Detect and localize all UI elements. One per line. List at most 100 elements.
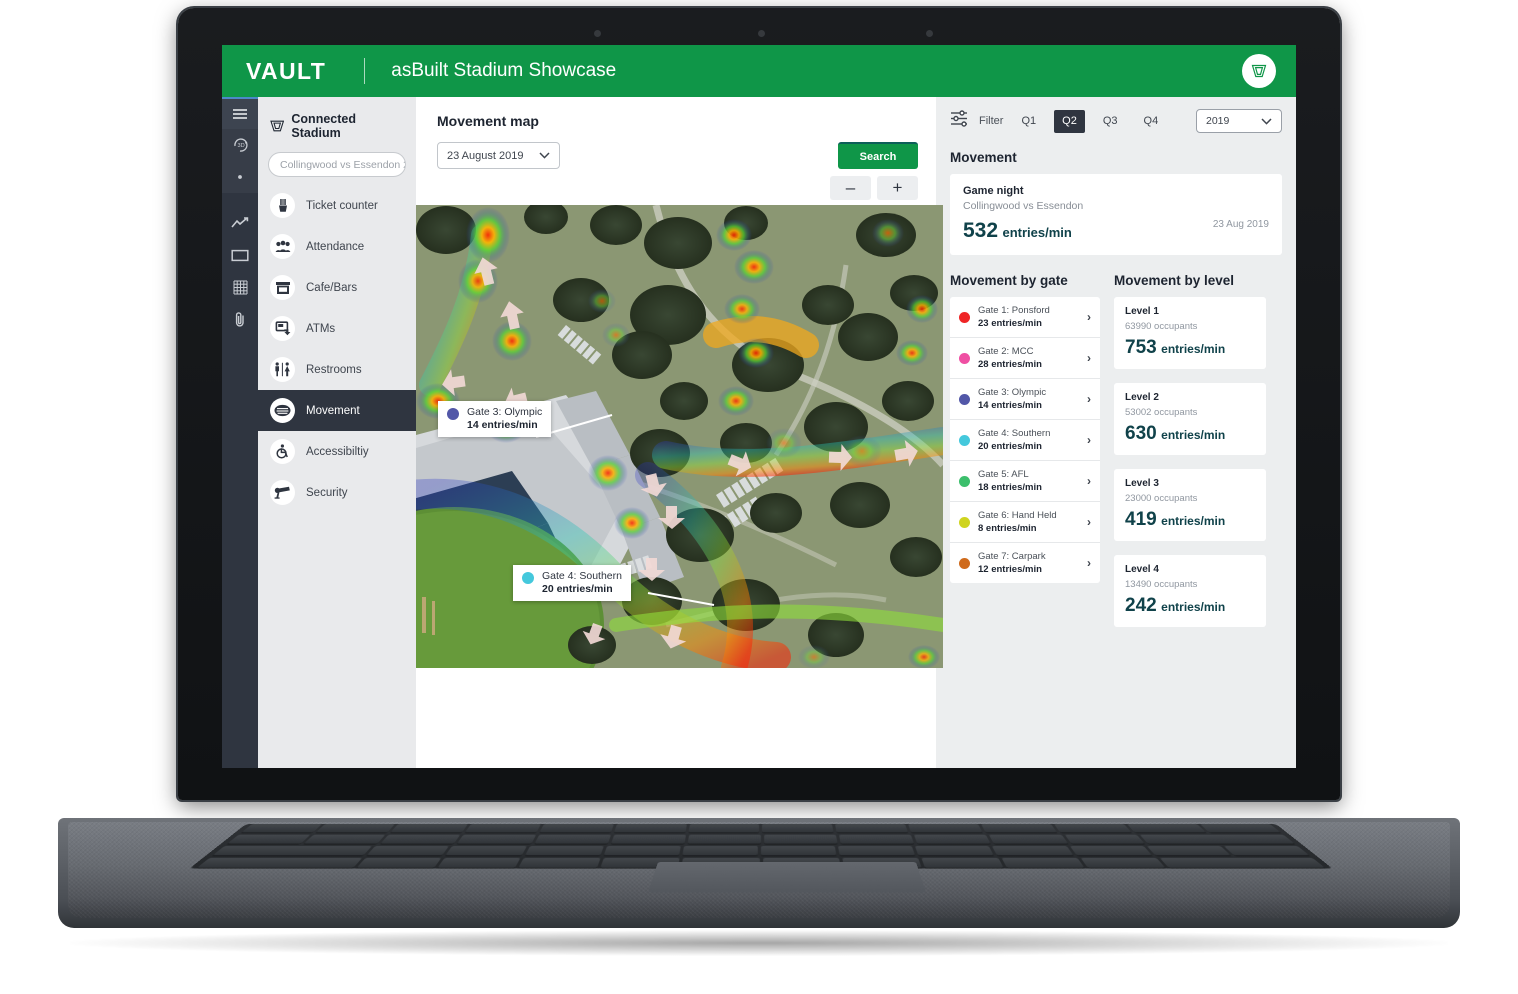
zoom-out-button[interactable]: – <box>830 176 871 200</box>
chevron-right-icon[interactable]: › <box>1087 310 1091 324</box>
gate-list-item[interactable]: Gate 6: Hand Held 8 entries/min › <box>950 502 1100 543</box>
tooltip-gate-value: 14 entries/min <box>467 419 538 431</box>
desk-shadow <box>70 930 1448 956</box>
level-card[interactable]: Level 1 63990 occupants 753 entries/min <box>1114 297 1266 369</box>
gate-value: 12 entries/min <box>978 564 1042 575</box>
dot-icon[interactable] <box>222 161 258 193</box>
gate-color-dot <box>959 557 970 569</box>
screen: VAULT asBuilt Stadium Showcase 3D Connec… <box>222 45 1296 768</box>
keyboard-row <box>232 824 1289 835</box>
sidebar: Connected Stadium Collingwood vs Essendo… <box>258 97 416 768</box>
chevron-right-icon[interactable]: › <box>1087 515 1091 529</box>
vault-logo: VAULT <box>246 57 327 84</box>
camera-dot <box>926 30 933 37</box>
search-button[interactable]: Search <box>838 142 918 169</box>
summary-event-subtitle: Collingwood vs Essendon <box>963 200 1084 212</box>
line-chart-icon[interactable] <box>222 207 258 239</box>
level-unit: entries/min <box>1161 514 1226 528</box>
level-metric: 630 entries/min <box>1125 423 1255 445</box>
filter-icon[interactable] <box>950 110 969 132</box>
chevron-right-icon[interactable]: › <box>1087 556 1091 570</box>
hamburger-menu-icon[interactable] <box>222 97 258 129</box>
movement-icon <box>270 398 295 423</box>
map-tooltip-gate-3[interactable]: Gate 3: Olympic 14 entries/min <box>438 401 552 437</box>
map-tooltip-gate-4[interactable]: Gate 4: Southern 20 entries/min <box>513 565 631 601</box>
sidebar-item-accessibility[interactable]: Accessibiltiy <box>258 431 416 472</box>
level-card[interactable]: Level 2 53002 occupants 630 entries/min <box>1114 383 1266 455</box>
grid-icon[interactable] <box>222 271 258 303</box>
gate-text: Gate 3: Olympic 14 entries/min <box>978 387 1087 411</box>
gate-text: Gate 7: Carpark 12 entries/min <box>978 551 1087 575</box>
level-name: Level 4 <box>1125 564 1159 575</box>
sidebar-item-atms[interactable]: ATMs <box>258 308 416 349</box>
level-unit: entries/min <box>1161 428 1226 442</box>
sidebar-item-ticket-counter[interactable]: Ticket counter <box>258 185 416 226</box>
gate-list-item[interactable]: Gate 5: AFL 18 entries/min › <box>950 461 1100 502</box>
date-select[interactable]: 23 August 2019 <box>437 142 561 169</box>
vault-badge-icon[interactable] <box>1242 54 1276 88</box>
level-unit: entries/min <box>1161 600 1226 614</box>
year-select[interactable]: 2019 <box>1196 109 1282 133</box>
camera-dot <box>594 30 601 37</box>
rectangle-icon[interactable] <box>222 239 258 271</box>
sidebar-item-attendance[interactable]: Attendance <box>258 226 416 267</box>
filter-row: Filter Q1 Q2 Q3 Q4 2019 <box>950 109 1282 133</box>
gate-name: Gate 2: MCC <box>978 346 1034 357</box>
filter-label: Filter <box>979 115 1004 127</box>
level-name: Level 2 <box>1125 392 1159 403</box>
level-occupants: 23000 occupants <box>1125 493 1198 504</box>
heatmap-aerial-map[interactable]: Gate 3: Olympic 14 entries/min Gate 4: S… <box>416 205 943 668</box>
quarter-tab-q1[interactable]: Q1 <box>1013 110 1044 133</box>
quarter-tab-q2[interactable]: Q2 <box>1054 109 1085 133</box>
gate-name: Gate 4: Southern <box>978 428 1051 439</box>
chevron-right-icon[interactable]: › <box>1087 351 1091 365</box>
zoom-in-button[interactable]: + <box>877 176 918 200</box>
quarter-tab-q4[interactable]: Q4 <box>1136 110 1167 133</box>
level-unit: entries/min <box>1161 342 1226 356</box>
gate-value: 23 entries/min <box>978 318 1042 329</box>
sidebar-heading-label: Connected Stadium <box>291 112 356 140</box>
gate-list-item[interactable]: Gate 4: Southern 20 entries/min › <box>950 420 1100 461</box>
level-name: Level 3 <box>1125 478 1159 489</box>
level-name: Level 1 <box>1125 306 1159 317</box>
sidebar-item-movement[interactable]: Movement <box>258 390 416 431</box>
sidebar-item-security[interactable]: Security <box>258 472 416 513</box>
paperclip-icon[interactable] <box>222 303 258 335</box>
gate-color-dot <box>959 475 970 487</box>
laptop-mockup: VAULT asBuilt Stadium Showcase 3D Connec… <box>0 0 1518 994</box>
page-title: Movement map <box>437 113 539 129</box>
sidebar-item-label: Security <box>306 486 348 499</box>
level-value: 630 <box>1125 423 1157 444</box>
gate-list-item[interactable]: Gate 7: Carpark 12 entries/min › <box>950 543 1100 583</box>
trackpad <box>647 862 927 893</box>
breakdown-columns: Movement by gate Gate 1: Ponsford 23 ent… <box>950 273 1282 641</box>
map-action-controls: Search – + <box>830 142 918 200</box>
movement-summary-card[interactable]: Game night Collingwood vs Essendon 23 Au… <box>950 174 1282 255</box>
level-metric: 419 entries/min <box>1125 509 1255 531</box>
chevron-right-icon[interactable]: › <box>1087 474 1091 488</box>
zoom-controls: – + <box>830 176 918 200</box>
sidebar-search-input[interactable]: Collingwood vs Essendon 23 A <box>268 152 406 177</box>
3d-rotate-icon[interactable]: 3D <box>222 129 258 161</box>
gate-column: Movement by gate Gate 1: Ponsford 23 ent… <box>950 273 1100 641</box>
gate-text: Gate 5: AFL 18 entries/min <box>978 469 1087 493</box>
ticket-counter-icon <box>270 193 295 218</box>
sidebar-item-label: Accessibiltiy <box>306 445 369 458</box>
gate-color-dot <box>959 352 970 364</box>
level-card[interactable]: Level 4 13490 occupants 242 entries/min <box>1114 555 1266 627</box>
gate-value: 14 entries/min <box>978 400 1042 411</box>
gate-list-item[interactable]: Gate 2: MCC 28 entries/min › <box>950 338 1100 379</box>
level-occupants: 53002 occupants <box>1125 407 1198 418</box>
quarter-tab-q3[interactable]: Q3 <box>1095 110 1126 133</box>
attendance-icon <box>270 234 295 259</box>
gate-list-item[interactable]: Gate 1: Ponsford 23 entries/min › <box>950 297 1100 338</box>
sidebar-item-cafe-bars[interactable]: Cafe/Bars <box>258 267 416 308</box>
chevron-right-icon[interactable]: › <box>1087 433 1091 447</box>
sidebar-item-label: Attendance <box>306 240 365 253</box>
level-card[interactable]: Level 3 23000 occupants 419 entries/min <box>1114 469 1266 541</box>
gate-list: Gate 1: Ponsford 23 entries/min › Gate 2… <box>950 297 1100 583</box>
gate-list-item[interactable]: Gate 3: Olympic 14 entries/min › <box>950 379 1100 420</box>
sidebar-item-restrooms[interactable]: Restrooms <box>258 349 416 390</box>
summary-date: 23 Aug 2019 <box>1212 219 1269 230</box>
chevron-right-icon[interactable]: › <box>1087 392 1091 406</box>
